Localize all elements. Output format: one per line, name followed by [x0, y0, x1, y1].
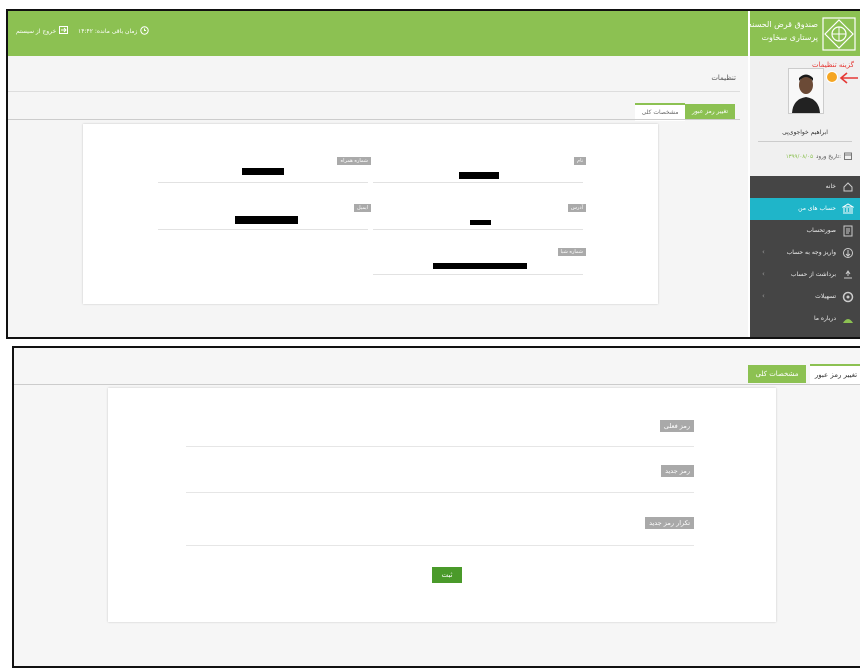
- sidebar-item-deposit[interactable]: ‹ واریز وجه به حساب: [750, 242, 860, 264]
- redacted-address: [470, 220, 491, 225]
- fund-logo: [822, 17, 856, 51]
- loan-icon: [842, 291, 854, 303]
- mobile-label: شماره همراه: [337, 157, 371, 165]
- logout-label: خروج از سیستم: [16, 27, 57, 35]
- sidebar: صندوق قرض الحسنه پرستاری سخاوت گزینه تنظ…: [747, 11, 860, 337]
- settings-gear-icon[interactable]: [826, 71, 838, 83]
- page-title: تنظیمات: [711, 74, 736, 82]
- sidebar-item-about[interactable]: درباره ما: [750, 308, 860, 330]
- sidebar-item-home[interactable]: خانه: [750, 176, 860, 198]
- repeat-password-label: تکرار رمز جدید: [645, 517, 694, 529]
- settings-screenshot-panel: خروج از سیستم زمان باقی مانده: ۱۴:۴۲ تنظ…: [6, 9, 860, 339]
- sidebar-item-statement[interactable]: صورتحساب: [750, 220, 860, 242]
- logout-button[interactable]: خروج از سیستم: [16, 26, 69, 36]
- login-date: ۱۳۹۹/۰۸/۰۵: [785, 154, 814, 160]
- login-date-label: تاریخ ورود:: [816, 154, 841, 160]
- annotation-arrow: [838, 69, 858, 88]
- email-label: ایمیل: [354, 204, 371, 212]
- name-field[interactable]: [373, 182, 583, 183]
- new-password-label: رمز جدید: [661, 465, 694, 477]
- redacted-sheba: [433, 263, 527, 269]
- top-bar: خروج از سیستم زمان باقی مانده: ۱۴:۴۲: [8, 11, 748, 56]
- name-label: نام: [573, 157, 586, 165]
- annotation-settings-option: گزینه تنظیمات: [812, 61, 854, 69]
- bank-icon: [841, 203, 855, 215]
- sidebar-header: صندوق قرض الحسنه پرستاری سخاوت: [747, 11, 860, 56]
- repeat-password-field[interactable]: [186, 545, 694, 546]
- sidebar-item-loans[interactable]: ‹ تسهیلات: [750, 286, 860, 308]
- current-password-label: رمز فعلی: [659, 420, 694, 432]
- user-profile: گزینه تنظیمات ابراهیم خواجوی‌پی ۱۳۹۹/۰۸/…: [750, 56, 860, 176]
- redacted-mobile: [242, 168, 284, 175]
- invoice-icon: [842, 225, 854, 237]
- chevron-left-icon: ‹: [762, 248, 765, 256]
- submit-button[interactable]: ثبت: [432, 567, 462, 583]
- sheba-label: شماره شبا: [557, 248, 586, 256]
- sidebar-item-withdraw[interactable]: ‹ برداشت از حساب: [750, 264, 860, 286]
- deposit-icon: [842, 247, 854, 259]
- tab-change-password[interactable]: تغییر رمز عبور: [810, 364, 860, 384]
- email-field[interactable]: [158, 229, 368, 230]
- new-password-field[interactable]: [186, 492, 694, 493]
- about-icon: [842, 313, 854, 325]
- home-icon: [842, 181, 854, 193]
- sheba-field[interactable]: [373, 274, 583, 275]
- change-password-card: رمز فعلی رمز جدید تکرار رمز جدید ثبت: [108, 388, 776, 622]
- redacted-name: [459, 172, 499, 179]
- current-password-field[interactable]: [186, 446, 694, 447]
- profile-info-card: نام شماره همراه آدرس ایمیل شماره شبا: [83, 124, 658, 304]
- tab-general-info[interactable]: مشخصات کلی: [748, 365, 806, 383]
- tab-change-password[interactable]: تغییر رمز عبور: [685, 104, 735, 120]
- redacted-email: [235, 216, 298, 224]
- calendar-icon: [844, 152, 852, 162]
- logout-icon: [59, 26, 69, 36]
- chevron-left-icon: ‹: [762, 292, 765, 300]
- withdraw-icon: [842, 269, 854, 281]
- change-password-screenshot-panel: تغییر رمز عبور مشخصات کلی رمز فعلی رمز ج…: [12, 346, 860, 668]
- address-field[interactable]: [373, 229, 583, 230]
- address-label: آدرس: [567, 204, 586, 212]
- sidebar-item-my-accounts[interactable]: حساب های من: [750, 198, 860, 220]
- session-timer: زمان باقی مانده: ۱۴:۴۲: [78, 26, 150, 37]
- login-info: ۱۳۹۹/۰۸/۰۵ تاریخ ورود:: [786, 152, 852, 162]
- user-avatar: [788, 68, 824, 114]
- user-name: ابراهیم خواجوی‌پی: [782, 129, 828, 136]
- org-name: صندوق قرض الحسنه پرستاری سخاوت: [747, 20, 818, 42]
- main-content: تنظیمات تغییر رمز عبور مشخصات کلی نام شم…: [8, 56, 748, 337]
- clock-icon: [140, 26, 150, 37]
- chevron-left-icon: ‹: [762, 270, 765, 278]
- time-remaining-label: زمان باقی مانده: ۱۴:۴۲: [78, 28, 138, 35]
- mobile-field[interactable]: [158, 182, 368, 183]
